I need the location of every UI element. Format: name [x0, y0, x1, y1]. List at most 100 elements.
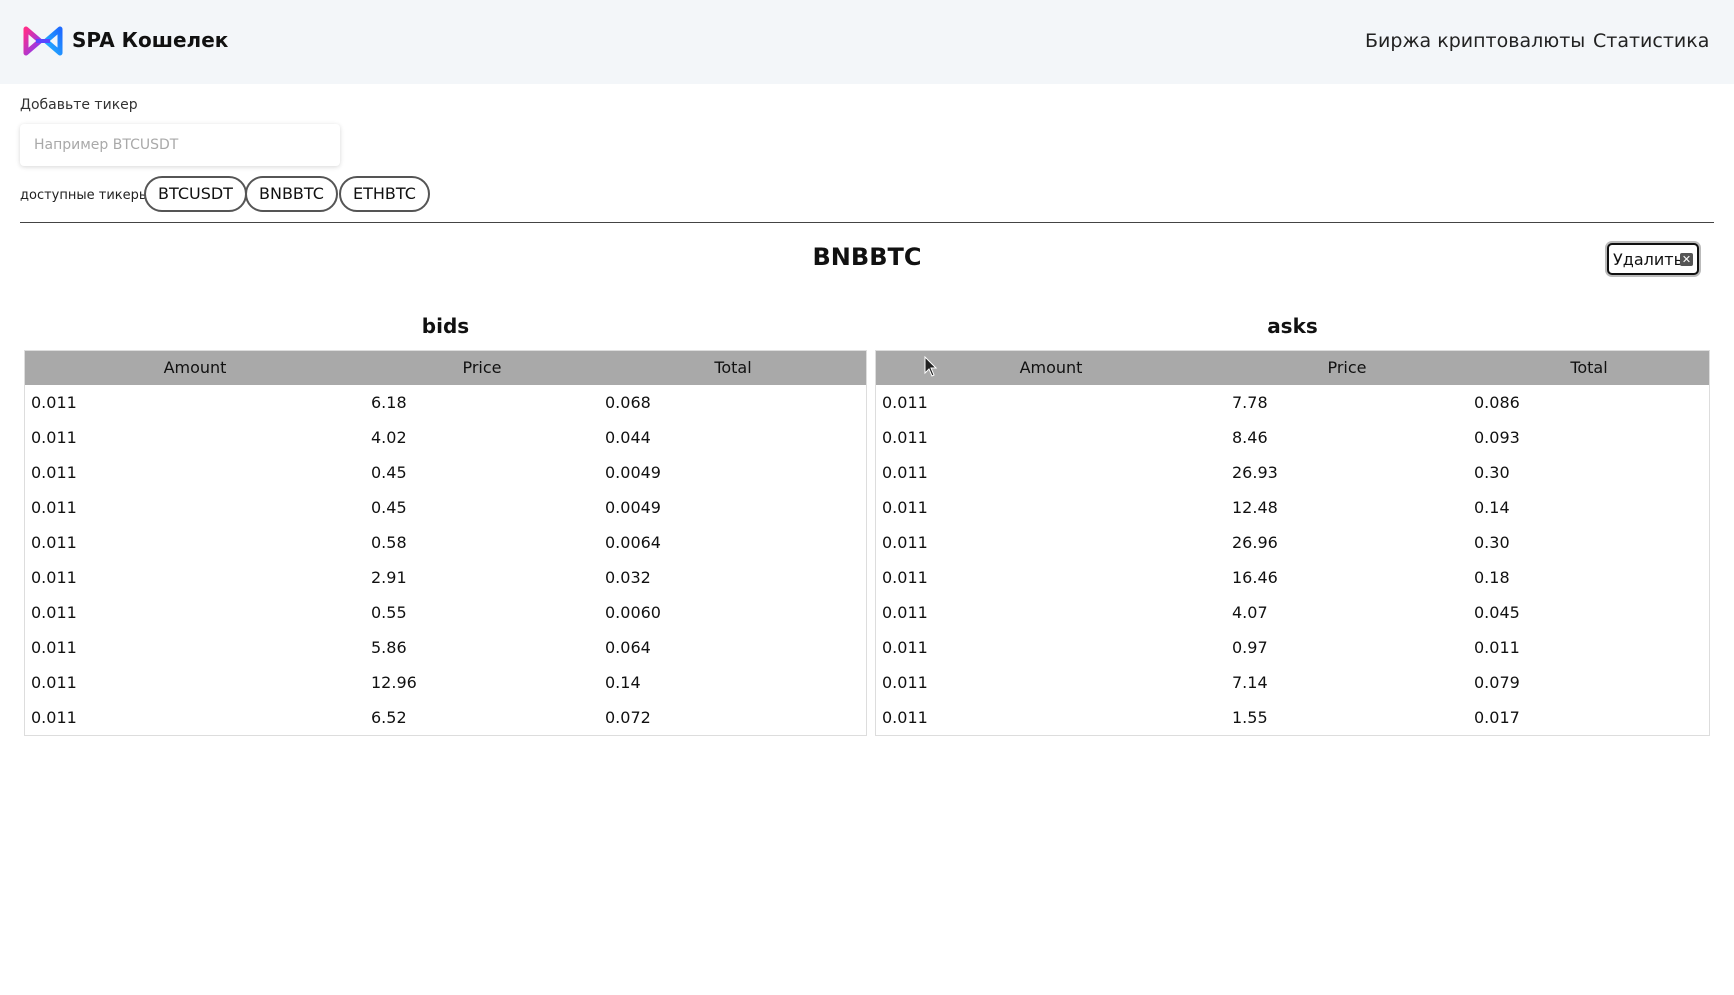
cell-price: 2.91: [371, 568, 407, 587]
cell-price: 1.55: [1232, 708, 1268, 727]
bids-table-header: Amount Price Total: [25, 351, 866, 385]
cell-total: 0.30: [1474, 463, 1510, 482]
cell-price: 8.46: [1232, 428, 1268, 447]
cell-amount: 0.011: [882, 463, 928, 482]
cell-total: 0.068: [605, 393, 651, 412]
cell-price: 16.46: [1232, 568, 1278, 587]
column-header-price: Price: [462, 358, 502, 377]
cell-price: 12.48: [1232, 498, 1278, 517]
close-icon: ✕: [1680, 253, 1693, 266]
cell-price: 0.97: [1232, 638, 1268, 657]
bids-title: bids: [421, 314, 470, 338]
pair-title: BNBBTC: [812, 243, 922, 271]
cell-total: 0.18: [1474, 568, 1510, 587]
cell-amount: 0.011: [31, 428, 77, 447]
table-row: 0.011 0.45 0.0049: [25, 490, 866, 525]
cell-total: 0.032: [605, 568, 651, 587]
cell-price: 12.96: [371, 673, 417, 692]
cell-total: 0.0064: [605, 533, 661, 552]
cell-total: 0.0049: [605, 463, 661, 482]
cell-price: 26.96: [1232, 533, 1278, 552]
delete-button-label: Удалить: [1613, 249, 1683, 269]
table-row: 0.011 12.48 0.14: [876, 490, 1709, 525]
table-row: 0.011 4.02 0.044: [25, 420, 866, 455]
cell-price: 0.55: [371, 603, 407, 622]
cell-total: 0.0049: [605, 498, 661, 517]
cell-price: 4.07: [1232, 603, 1268, 622]
cell-price: 0.58: [371, 533, 407, 552]
cell-total: 0.079: [1474, 673, 1520, 692]
cell-amount: 0.011: [31, 533, 77, 552]
table-row: 0.011 16.46 0.18: [876, 560, 1709, 595]
asks-table-body: 0.011 7.78 0.086 0.011 8.46 0.093 0.011 26.93 0.…: [876, 385, 1709, 735]
table-row: 0.011 7.78 0.086: [876, 385, 1709, 420]
ticker-pill-btcusdt[interactable]: BTCUSDT: [144, 176, 247, 212]
table-row: 0.011 8.46 0.093: [876, 420, 1709, 455]
cell-total: 0.093: [1474, 428, 1520, 447]
table-row: 0.011 26.96 0.30: [876, 525, 1709, 560]
cell-total: 0.017: [1474, 708, 1520, 727]
cell-amount: 0.011: [31, 673, 77, 692]
cell-price: 7.14: [1232, 673, 1268, 692]
cell-amount: 0.011: [31, 463, 77, 482]
bids-table: Amount Price Total 0.011 6.18 0.068 0.011 4.…: [24, 350, 867, 736]
cell-total: 0.14: [605, 673, 641, 692]
cell-total: 0.14: [1474, 498, 1510, 517]
cell-amount: 0.011: [882, 498, 928, 517]
table-row: 0.011 0.45 0.0049: [25, 455, 866, 490]
cell-amount: 0.011: [31, 568, 77, 587]
table-row: 0.011 4.07 0.045: [876, 595, 1709, 630]
column-header-price: Price: [1327, 358, 1367, 377]
cell-total: 0.086: [1474, 393, 1520, 412]
delete-button[interactable]: Удалить ✕: [1607, 243, 1699, 275]
cell-amount: 0.011: [31, 603, 77, 622]
mouse-pointer-icon: [924, 356, 938, 377]
cell-amount: 0.011: [882, 708, 928, 727]
cell-amount: 0.011: [31, 498, 77, 517]
available-tickers-label: доступные тикеры:: [20, 188, 154, 203]
cell-price: 6.52: [371, 708, 407, 727]
cell-total: 0.044: [605, 428, 651, 447]
cell-price: 26.93: [1232, 463, 1278, 482]
nav-statistics[interactable]: Статистика: [1593, 30, 1709, 52]
table-row: 0.011 7.14 0.079: [876, 665, 1709, 700]
table-row: 0.011 6.52 0.072: [25, 700, 866, 735]
column-header-total: Total: [1570, 358, 1608, 377]
cell-total: 0.045: [1474, 603, 1520, 622]
table-row: 0.011 0.58 0.0064: [25, 525, 866, 560]
column-header-total: Total: [714, 358, 752, 377]
table-row: 0.011 0.97 0.011: [876, 630, 1709, 665]
cell-total: 0.072: [605, 708, 651, 727]
cell-price: 6.18: [371, 393, 407, 412]
asks-table-header: Amount Price Total: [876, 351, 1709, 385]
divider: [20, 222, 1714, 223]
brand-name: SPA Кошелек: [72, 28, 229, 52]
table-row: 0.011 5.86 0.064: [25, 630, 866, 665]
table-row: 0.011 6.18 0.068: [25, 385, 866, 420]
ticker-input[interactable]: [20, 124, 340, 166]
cell-amount: 0.011: [31, 393, 77, 412]
bids-table-body: 0.011 6.18 0.068 0.011 4.02 0.044 0.011 0.45 0.0…: [25, 385, 866, 735]
nav-crypto-exchange[interactable]: Биржа криптовалюты: [1365, 30, 1585, 52]
cell-amount: 0.011: [882, 638, 928, 657]
top-header: SPA Кошелек Биржа криптовалюты Статистик…: [0, 0, 1734, 84]
asks-table: Amount Price Total 0.011 7.78 0.086 0.011 8.…: [875, 350, 1710, 736]
asks-title: asks: [1267, 314, 1318, 338]
cell-total: 0.011: [1474, 638, 1520, 657]
table-row: 0.011 12.96 0.14: [25, 665, 866, 700]
table-row: 0.011 1.55 0.017: [876, 700, 1709, 735]
cell-price: 4.02: [371, 428, 407, 447]
table-row: 0.011 26.93 0.30: [876, 455, 1709, 490]
cell-amount: 0.011: [31, 638, 77, 657]
logo-icon: [23, 26, 63, 56]
ticker-pill-bnbbtc[interactable]: BNBBTC: [245, 176, 338, 212]
table-row: 0.011 2.91 0.032: [25, 560, 866, 595]
cell-amount: 0.011: [882, 603, 928, 622]
ticker-pill-ethbtc[interactable]: ETHBTC: [339, 176, 430, 212]
add-ticker-label: Добавьте тикер: [20, 97, 138, 113]
cell-price: 7.78: [1232, 393, 1268, 412]
table-row: 0.011 0.55 0.0060: [25, 595, 866, 630]
column-header-amount: Amount: [163, 358, 227, 377]
cell-price: 0.45: [371, 498, 407, 517]
cell-total: 0.30: [1474, 533, 1510, 552]
